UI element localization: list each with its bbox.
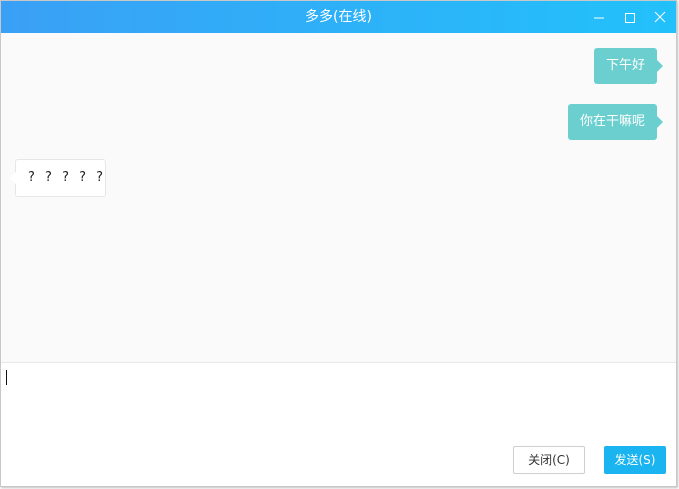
text-caret: [6, 370, 7, 385]
message-input[interactable]: [5, 368, 670, 430]
minimize-button[interactable]: [587, 5, 611, 29]
title-bar[interactable]: 多多(在线): [1, 1, 676, 33]
chat-window: 多多(在线) 下午好 你在干嘛呢 ? ? ? ? ? 关闭(C) 发送(S): [0, 0, 677, 487]
outgoing-message-bubble: 你在干嘛呢: [567, 104, 664, 140]
outgoing-message-bubble: 下午好: [593, 48, 664, 84]
minimize-icon: [594, 17, 604, 19]
window-title: 多多(在线): [305, 9, 372, 25]
close-icon: [654, 11, 666, 23]
message-input-area: [1, 364, 676, 434]
maximize-icon: [625, 13, 635, 23]
close-chat-button[interactable]: 关闭(C): [513, 446, 585, 474]
message-history[interactable]: 下午好 你在干嘛呢 ? ? ? ? ?: [1, 33, 676, 363]
close-window-button[interactable]: [648, 5, 672, 29]
incoming-message-bubble: ? ? ? ? ?: [10, 159, 106, 197]
maximize-button[interactable]: [618, 5, 642, 29]
send-button[interactable]: 发送(S): [604, 446, 666, 474]
